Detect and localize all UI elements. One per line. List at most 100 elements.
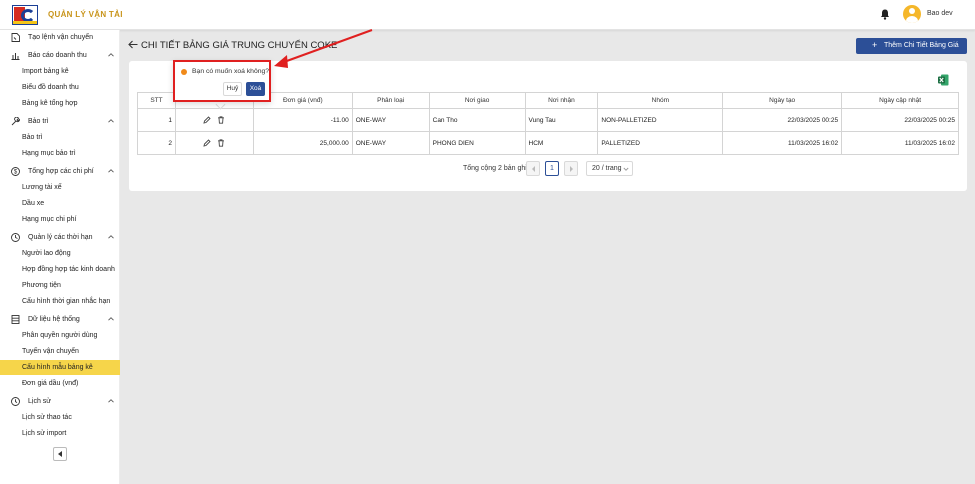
avatar[interactable] xyxy=(903,5,921,23)
sidebar-group-label: Báo cáo doanh thu xyxy=(28,52,87,59)
cell-actions xyxy=(174,131,254,155)
sidebar-group-label: Bảo trì xyxy=(28,118,49,125)
sidebar-item-21[interactable]: Đơn giá dầu (vnđ) xyxy=(0,376,120,391)
wrench-icon xyxy=(11,117,20,126)
add-button-label: Thêm Chi Tiết Bảng Giá xyxy=(884,42,959,49)
sidebar-group-8[interactable]: $ Tổng hợp các chi phí xyxy=(0,164,120,179)
table-row: 2 25,000.00 ONE-WAY PHONG DIEN HCM PALLE… xyxy=(137,131,959,155)
sidebar-item-3[interactable]: Biểu đồ doanh thu xyxy=(0,80,120,95)
cell-type: ONE-WAY xyxy=(351,108,430,132)
cell-stt: 2 xyxy=(137,131,176,155)
cell-actions xyxy=(174,108,254,132)
cell-group: NON-PALLETIZED xyxy=(597,108,724,132)
confirm-delete-button[interactable]: Xoá xyxy=(246,82,265,96)
sidebar-item-6[interactable]: Bảo trì xyxy=(0,130,120,145)
chevron-up-icon xyxy=(108,169,114,173)
sidebar-item-2[interactable]: Import bảng kê xyxy=(0,64,120,79)
add-price-detail-button[interactable]: + Thêm Chi Tiết Bảng Giá xyxy=(856,38,967,54)
edit-icon[interactable] xyxy=(203,139,212,147)
edit-icon[interactable] xyxy=(203,116,212,124)
file-icon xyxy=(11,33,20,42)
sidebar-group-12[interactable]: Quản lý các thời hạn xyxy=(0,230,120,245)
sidebar-item-4[interactable]: Bảng kê tổng hợp xyxy=(0,96,120,111)
chevron-up-icon xyxy=(108,399,114,403)
next-page-button[interactable] xyxy=(564,161,578,176)
cell-to: Vung Tau xyxy=(524,108,599,132)
sidebar-item-7[interactable]: Hạng mục bảo trì xyxy=(0,146,120,161)
sidebar-item-label: Hạng mục bảo trì xyxy=(22,150,76,157)
sidebar-group-22[interactable]: Lịch sử xyxy=(0,394,120,409)
user-name[interactable]: Bao dev xyxy=(927,10,953,17)
sidebar-item-23[interactable]: Lịch sử thao tác xyxy=(0,410,120,425)
cell-created: 11/03/2025 16:02 xyxy=(722,131,843,155)
delete-popconfirm: Bạn có muốn xoá không? Huỷ Xoá xyxy=(173,60,271,102)
popconfirm-message: Bạn có muốn xoá không? xyxy=(192,68,270,75)
plus-icon: + xyxy=(872,40,878,50)
chevron-up-icon xyxy=(108,235,114,239)
header-to: Nơi nhận xyxy=(524,92,599,109)
cell-price: 25,000.00 xyxy=(252,131,353,155)
chevron-up-icon xyxy=(108,119,114,123)
sidebar-item-label: Lương tài xế xyxy=(22,184,62,191)
company-logo[interactable] xyxy=(12,5,38,25)
sidebar-group-0[interactable]: Tạo lệnh vận chuyển xyxy=(0,30,120,45)
cell-updated: 22/03/2025 00:25 xyxy=(841,108,959,132)
cell-to: HCM xyxy=(524,131,599,155)
excel-export-icon[interactable] xyxy=(938,74,949,86)
sidebar-item-18[interactable]: Phân quyền người dùng xyxy=(0,328,120,343)
sidebar-group-label: Quản lý các thời hạn xyxy=(28,234,93,241)
sidebar-group-label: Lịch sử xyxy=(28,398,51,405)
sidebar-item-9[interactable]: Lương tài xế xyxy=(0,180,120,195)
collapse-sidebar-button[interactable] xyxy=(53,447,67,461)
prev-page-button[interactable] xyxy=(526,161,540,176)
sidebar-group-label: Tổng hợp các chi phí xyxy=(28,168,94,175)
sidebar-item-label: Import bảng kê xyxy=(22,68,69,75)
sidebar-item-label: Cấu hình thời gian nhắc hạn xyxy=(22,298,111,305)
header-group: Nhóm xyxy=(597,92,724,109)
database-icon xyxy=(11,315,20,324)
sidebar-item-label: Bảng kê tổng hợp xyxy=(22,100,78,107)
sidebar-item-10[interactable]: Dầu xe xyxy=(0,196,120,211)
sidebar-item-24[interactable]: Lịch sử import xyxy=(0,426,120,441)
sidebar-item-11[interactable]: Hạng mục chi phí xyxy=(0,212,120,227)
cell-price: -11.00 xyxy=(252,108,353,132)
sidebar: Tạo lệnh vận chuyển Báo cáo doanh thu Impo… xyxy=(0,30,120,484)
sidebar-group-5[interactable]: Bảo trì xyxy=(0,114,120,129)
sidebar-group-label: Tạo lệnh vận chuyển xyxy=(28,34,93,41)
page-1-button[interactable]: 1 xyxy=(545,161,559,176)
pagination-total: Tổng cộng 2 bản ghi xyxy=(463,165,527,172)
sidebar-item-13[interactable]: Người lao động xyxy=(0,246,120,261)
sidebar-item-20[interactable]: Cấu hình mẫu bảng kê xyxy=(0,360,120,375)
sidebar-group-1[interactable]: Báo cáo doanh thu xyxy=(0,48,120,63)
history-icon xyxy=(11,397,20,406)
sidebar-item-label: Đơn giá dầu (vnđ) xyxy=(22,380,79,387)
back-arrow-icon[interactable] xyxy=(128,40,138,49)
bell-icon[interactable] xyxy=(880,9,890,20)
page-title: CHI TIẾT BẢNG GIÁ TRUNG CHUYỂN COKE xyxy=(141,40,338,51)
cell-updated: 11/03/2025 16:02 xyxy=(841,131,959,155)
sidebar-item-15[interactable]: Phương tiện xyxy=(0,278,120,293)
warning-icon xyxy=(181,69,187,75)
delete-icon[interactable] xyxy=(217,116,225,124)
sidebar-item-label: Hợp đồng hợp tác kinh doanh xyxy=(22,266,115,273)
page-size-value: 20 / trang xyxy=(592,165,622,172)
sidebar-item-19[interactable]: Tuyến vận chuyển xyxy=(0,344,120,359)
chevron-up-icon xyxy=(108,53,114,57)
header-created: Ngày tạo xyxy=(722,92,843,109)
table-row: 1 -11.00 ONE-WAY Can Tho Vung Tau NON-PA… xyxy=(137,108,959,132)
sidebar-item-16[interactable]: Cấu hình thời gian nhắc hạn xyxy=(0,294,120,309)
sidebar-item-label: Phương tiện xyxy=(22,282,61,289)
chevron-up-icon xyxy=(108,317,114,321)
cancel-button[interactable]: Huỷ xyxy=(223,82,242,96)
sidebar-item-label: Biểu đồ doanh thu xyxy=(22,84,79,91)
sidebar-item-label: Bảo trì xyxy=(22,134,43,141)
top-bar: QUẢN LÝ VẬN TẢI Bao dev xyxy=(0,0,975,30)
sidebar-item-label: Cấu hình mẫu bảng kê xyxy=(22,364,93,371)
sidebar-group-label: Dữ liệu hệ thống xyxy=(28,316,80,323)
sidebar-group-17[interactable]: Dữ liệu hệ thống xyxy=(0,312,120,327)
page-size-select[interactable]: 20 / trang xyxy=(586,161,633,176)
sidebar-item-label: Phân quyền người dùng xyxy=(22,332,98,339)
cell-from: PHONG DIEN xyxy=(428,131,526,155)
delete-icon[interactable] xyxy=(217,139,225,147)
sidebar-item-14[interactable]: Hợp đồng hợp tác kinh doanh xyxy=(0,262,120,277)
